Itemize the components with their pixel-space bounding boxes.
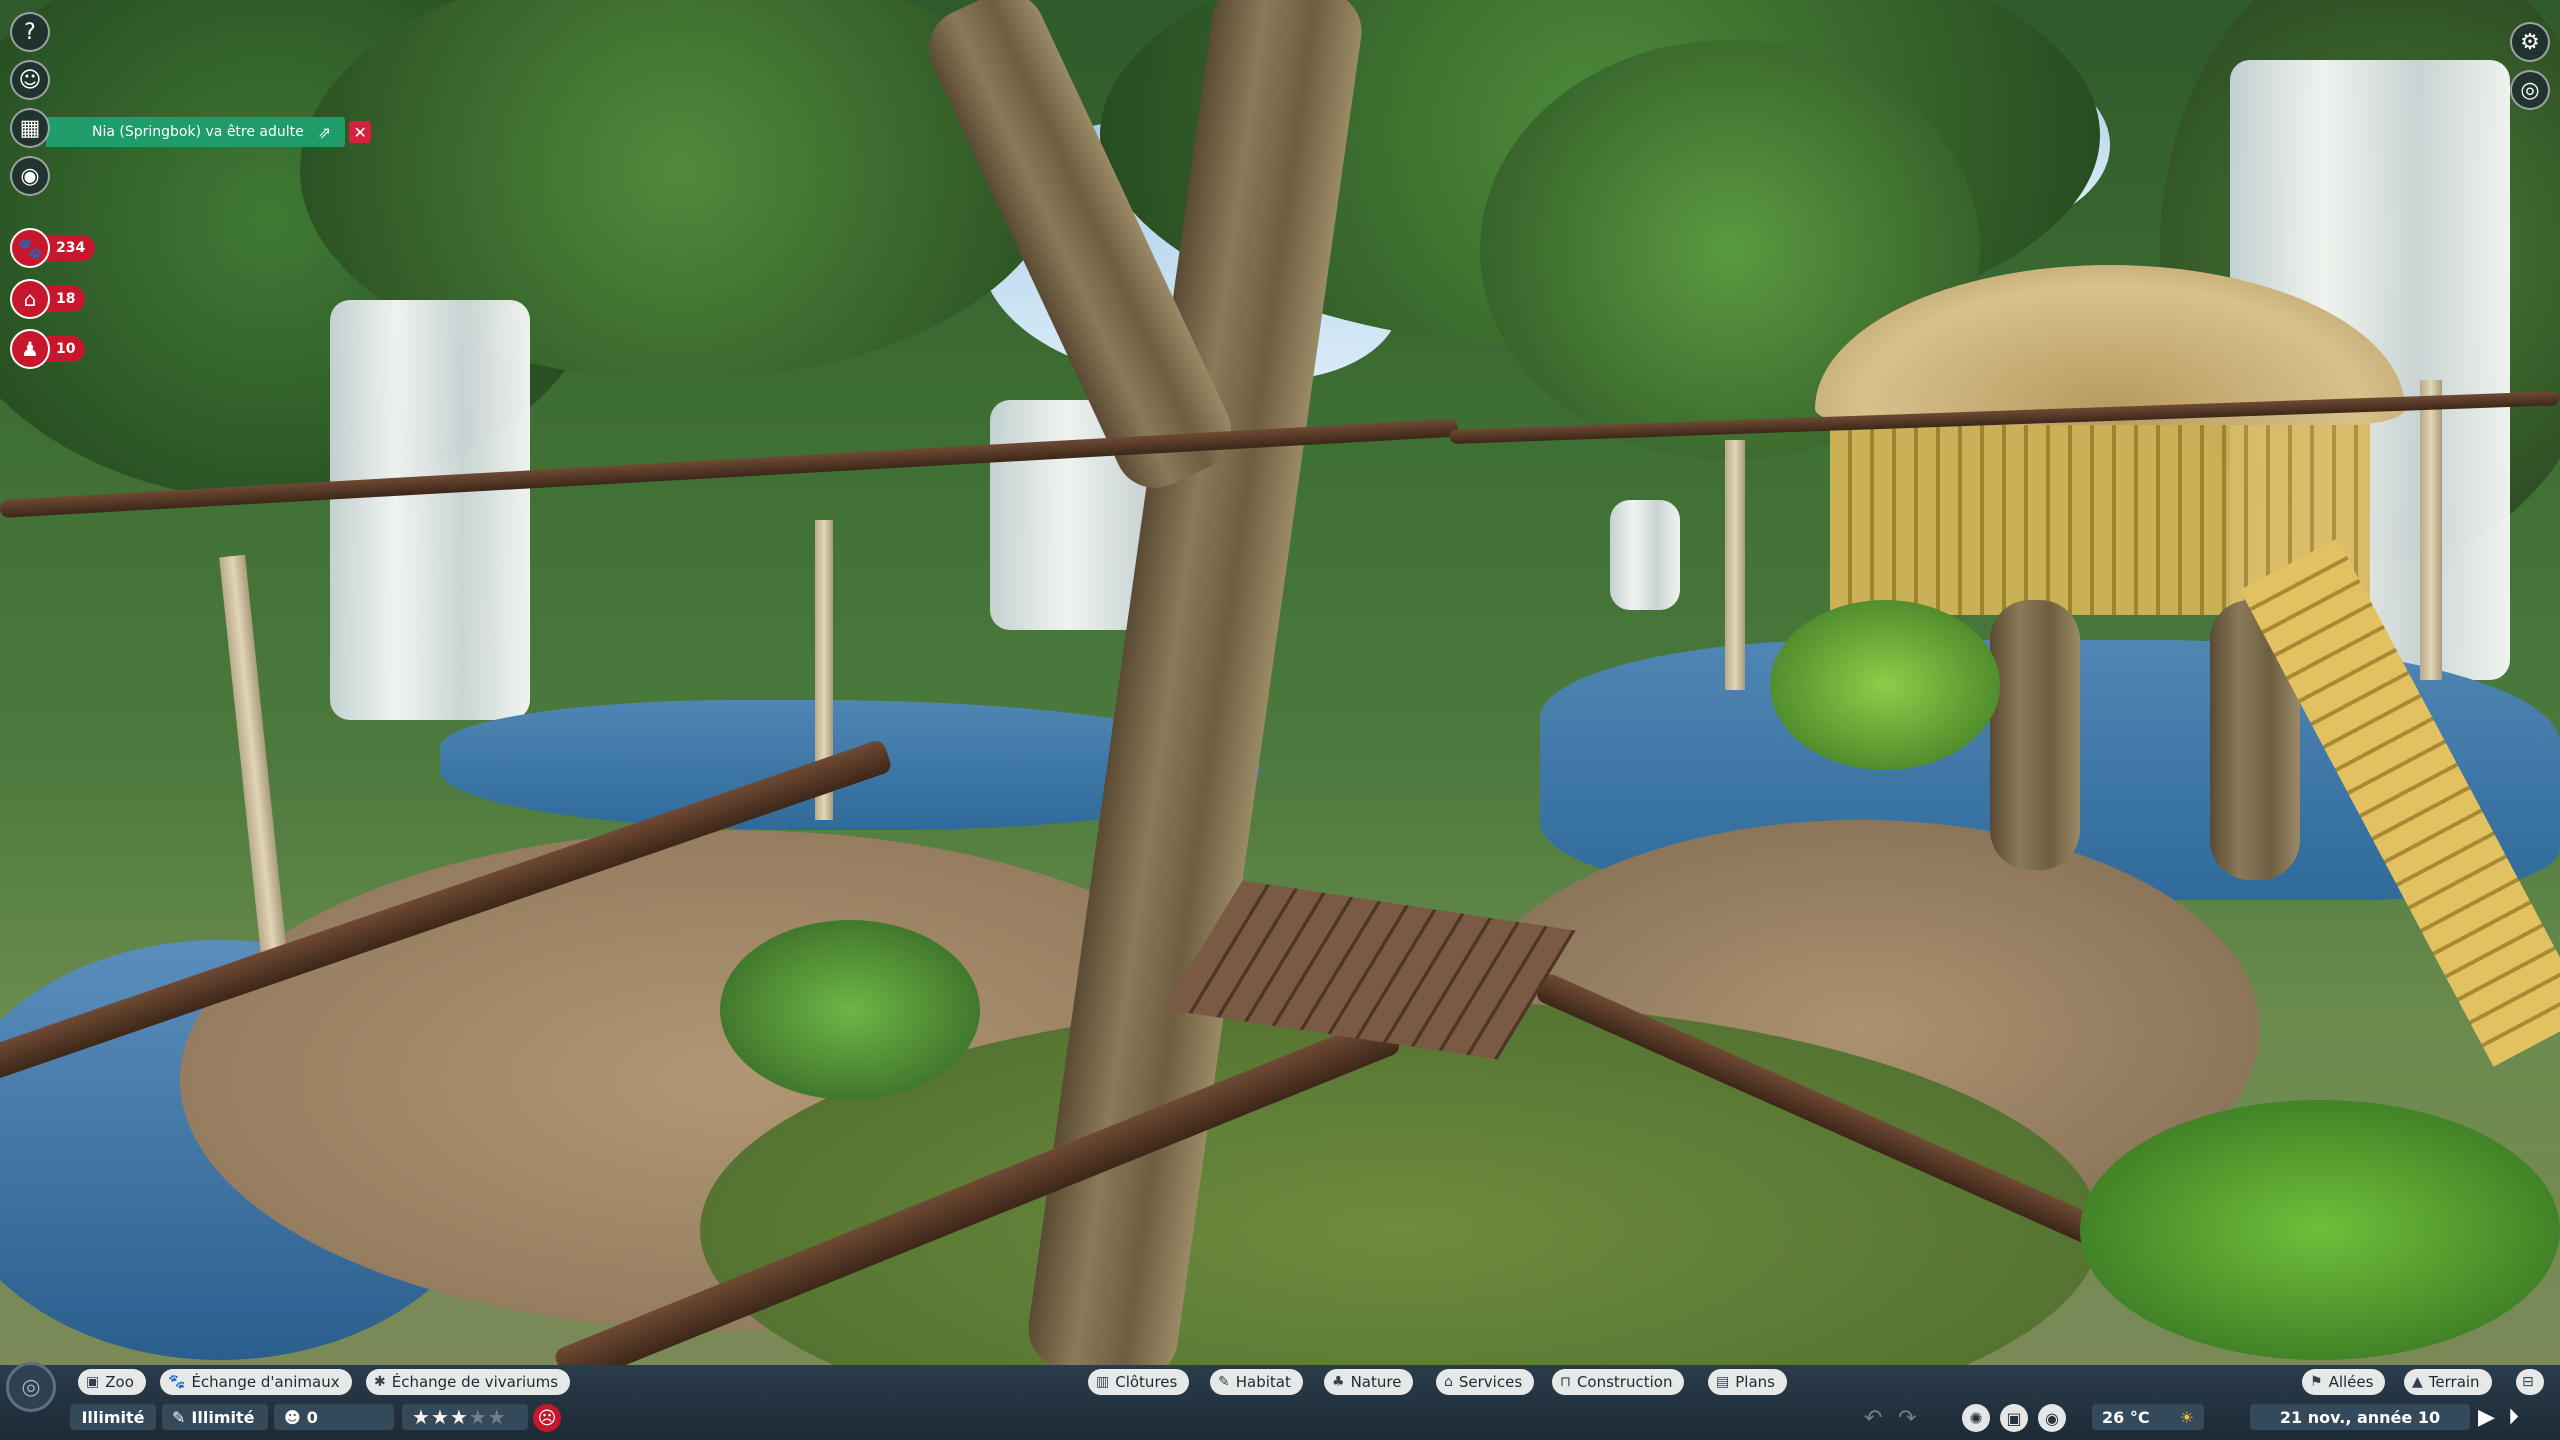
- waterfall: [330, 300, 530, 720]
- heatmap-icon[interactable]: ✺: [1962, 1404, 1990, 1432]
- tab-blueprints[interactable]: ▤ Plans: [1708, 1369, 1787, 1395]
- tab-label: Nature: [1350, 1373, 1402, 1391]
- tab-zoo[interactable]: ▣ Zoo: [78, 1369, 146, 1395]
- fence-post: [1725, 440, 1745, 690]
- guests-display[interactable]: ☻ 0: [274, 1404, 394, 1430]
- paw-icon: 🐾: [10, 228, 50, 268]
- star-filled-icon: ★: [449, 1405, 469, 1429]
- tab-label: Habitat: [1235, 1373, 1291, 1391]
- zoo-icon: ▣: [86, 1374, 100, 1390]
- tab-vivarium-trade[interactable]: ✱ Échange de vivariums: [366, 1369, 571, 1395]
- tab-terrain[interactable]: ▲ Terrain: [2404, 1369, 2492, 1395]
- date-display[interactable]: 21 nov., année 10: [2250, 1404, 2470, 1430]
- tab-label: Échange de vivariums: [391, 1373, 559, 1391]
- chevron-icon: ⊟: [2522, 1374, 2534, 1390]
- tree-icon: ♣: [1332, 1374, 1345, 1390]
- animals-counter[interactable]: 🐾 234: [10, 228, 96, 268]
- fence-post: [219, 554, 287, 956]
- tab-services[interactable]: ⌂ Services: [1436, 1369, 1535, 1395]
- weather-display[interactable]: 26 °C ☀: [2092, 1404, 2204, 1430]
- guests-icon: ☻: [284, 1407, 301, 1427]
- notification-close-button[interactable]: ✕: [349, 121, 372, 143]
- star-filled-icon: ★: [430, 1405, 450, 1429]
- fence-icon: ▥: [1096, 1374, 1110, 1390]
- right-toolbar: ⚙ ◎: [2510, 22, 2550, 110]
- notification-body[interactable]: Nia (Springbok) va être adulte ⇗: [46, 117, 346, 147]
- waterfall: [1610, 500, 1680, 610]
- camera-icon[interactable]: ▣: [2000, 1404, 2028, 1432]
- tab-habitat[interactable]: ✎ Habitat: [1210, 1369, 1303, 1395]
- treehouse-stilt: [1990, 600, 2080, 870]
- tab-label: Plans: [1735, 1373, 1775, 1391]
- money-display[interactable]: Illimité: [70, 1404, 156, 1430]
- guest-icon[interactable]: ☺: [10, 60, 50, 100]
- temperature-value: 26 °C: [2102, 1407, 2150, 1427]
- blueprint-icon: ▤: [1716, 1374, 1730, 1390]
- left-toolbar: ? ☺ ▦ ◉: [10, 12, 54, 196]
- terrain-icon: ▲: [2412, 1374, 2423, 1390]
- tab-label: Terrain: [2428, 1373, 2480, 1391]
- habitat-icon: ✎: [1218, 1374, 1230, 1390]
- help-icon[interactable]: ?: [10, 12, 50, 52]
- tab-label: Allées: [2328, 1373, 2374, 1391]
- tab-label: Échange d'animaux: [191, 1373, 340, 1391]
- rating-stars: ★★★★★: [412, 1405, 507, 1429]
- redo-icon[interactable]: ↷: [1898, 1406, 1916, 1431]
- habitat-icon: ⌂: [10, 279, 50, 319]
- banana-plant: [2080, 1100, 2560, 1360]
- notification-banner[interactable]: Nia (Springbok) va être adulte ⇗ ✕: [46, 117, 372, 147]
- notification-text: Nia (Springbok) va être adulte: [92, 124, 304, 140]
- paw-icon: 🐾: [168, 1374, 186, 1390]
- date-value: 21 nov., année 10: [2279, 1407, 2441, 1427]
- construction-icon: ⊓: [1560, 1374, 1571, 1390]
- star-empty-icon: ★: [487, 1405, 507, 1429]
- bottom-tabs: ▣ Zoo 🐾 Échange d'animaux ✱ Échange de v…: [0, 1369, 2560, 1395]
- habitats-counter[interactable]: ⌂ 18: [10, 279, 86, 319]
- tab-label: Zoo: [105, 1373, 134, 1391]
- tab-construction[interactable]: ⊓ Construction: [1552, 1369, 1685, 1395]
- view-icon[interactable]: ◉: [10, 156, 50, 196]
- research-icon: ✎: [172, 1407, 186, 1427]
- shop-icon: ⌂: [1444, 1374, 1453, 1390]
- sun-icon: ☀: [2179, 1407, 2194, 1427]
- play-icon[interactable]: ▶: [2478, 1405, 2495, 1430]
- external-link-icon[interactable]: ⇗: [318, 123, 331, 142]
- research-display[interactable]: ✎ Illimité: [162, 1404, 268, 1430]
- tab-nature[interactable]: ♣ Nature: [1324, 1369, 1414, 1395]
- game-viewport[interactable]: [0, 0, 2560, 1365]
- star-filled-icon: ★: [412, 1405, 431, 1429]
- path-icon: ⚑: [2310, 1374, 2323, 1390]
- undo-icon[interactable]: ↶: [1864, 1406, 1882, 1431]
- settings-icon[interactable]: ⚙: [2510, 22, 2550, 62]
- tab-label: Clôtures: [1115, 1373, 1178, 1391]
- calendar-icon[interactable]: ▦: [10, 108, 50, 148]
- fence-post: [2420, 380, 2442, 680]
- camera-mode-icon[interactable]: ◎: [2510, 70, 2550, 110]
- staff-icon: ♟: [10, 329, 50, 369]
- map-icon[interactable]: ◉: [2038, 1404, 2066, 1432]
- guests-value: 0: [306, 1407, 318, 1427]
- expand-icon[interactable]: ⊟: [2516, 1369, 2544, 1395]
- star-empty-icon: ★: [468, 1405, 488, 1429]
- zoo-rating[interactable]: ★★★★★: [402, 1404, 528, 1430]
- tab-label: Services: [1458, 1373, 1523, 1391]
- tab-animal-trade[interactable]: 🐾 Échange d'animaux: [160, 1369, 352, 1395]
- palm-plant: [1770, 600, 2000, 770]
- sad-face-icon[interactable]: ☹: [533, 1404, 561, 1432]
- fern-plant: [720, 920, 980, 1100]
- tab-paths[interactable]: ⚑ Allées: [2302, 1369, 2386, 1395]
- fast-forward-icon[interactable]: ⏵: [2508, 1405, 2519, 1430]
- tab-label: Construction: [1576, 1373, 1673, 1391]
- bug-icon: ✱: [374, 1374, 386, 1390]
- tab-fences[interactable]: ▥ Clôtures: [1088, 1369, 1190, 1395]
- research-value: Illimité: [191, 1407, 255, 1427]
- staff-counter[interactable]: ♟ 10: [10, 329, 86, 369]
- money-value: Illimité: [81, 1407, 145, 1427]
